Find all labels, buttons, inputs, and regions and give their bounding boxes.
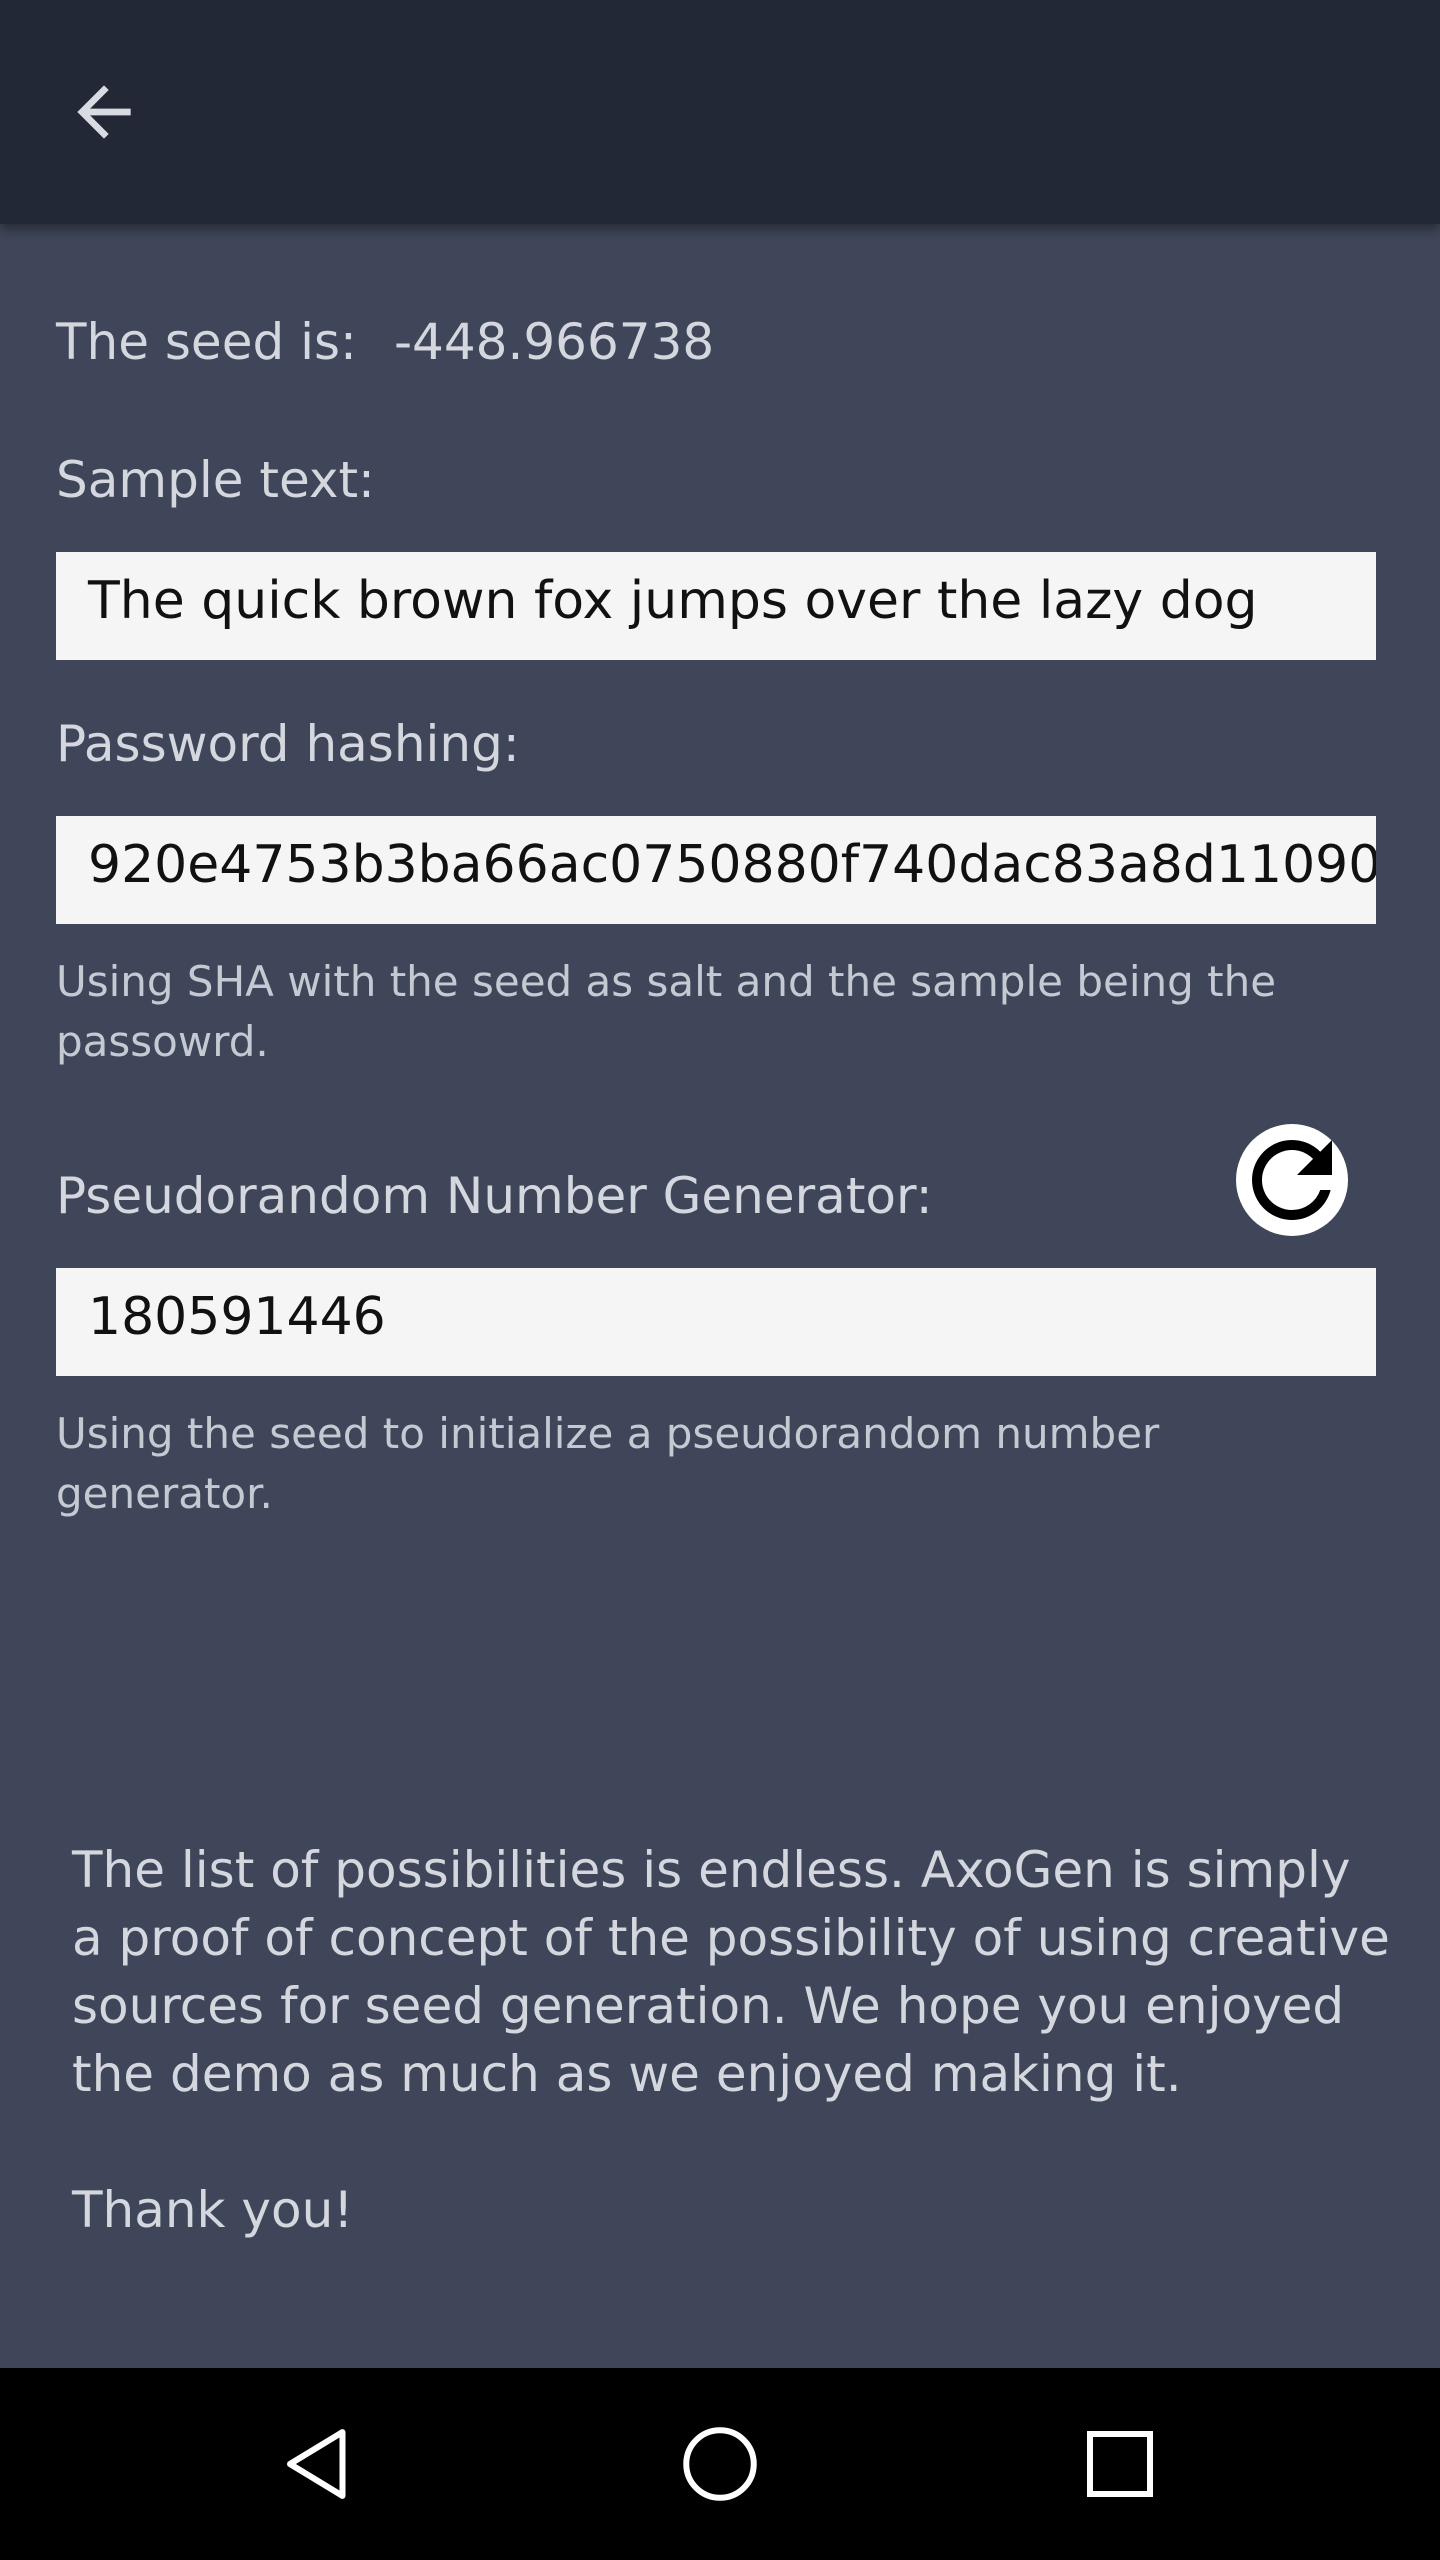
- arrow-back-icon: [77, 85, 131, 139]
- password-hashing-label: Password hashing:: [56, 715, 520, 773]
- prng-helper: Using the seed to initialize a pseudoran…: [56, 1409, 1160, 1518]
- closing-paragraph: The list of possibilities is endless. Ax…: [72, 1841, 1390, 2103]
- back-button[interactable]: [52, 60, 156, 164]
- password-hash-value: 920e4753b3ba66ac0750880f740dac83a8d11090: [88, 835, 1376, 895]
- app-bar: [0, 0, 1440, 224]
- seed-value: -448.966738: [394, 313, 715, 371]
- nav-back-icon: [287, 2429, 346, 2499]
- prng-value: 180591446: [88, 1287, 386, 1347]
- nav-recents-icon: [1087, 2431, 1153, 2497]
- nav-home-icon: [683, 2427, 757, 2501]
- thank-you-text: Thank you!: [72, 2181, 354, 2239]
- nav-back-button[interactable]: [260, 2404, 380, 2524]
- screen: The seed is: -448.966738 Sample text: Th…: [0, 0, 1440, 2560]
- sample-text-label: Sample text:: [56, 451, 375, 509]
- prng-field[interactable]: 180591446: [56, 1268, 1376, 1376]
- nav-home-button[interactable]: [660, 2404, 780, 2524]
- sample-text-value: The quick brown fox jumps over the lazy …: [88, 571, 1258, 631]
- seed-label: The seed is:: [56, 313, 357, 371]
- nav-recents-button[interactable]: [1060, 2404, 1180, 2524]
- navigation-bar: [0, 2368, 1440, 2560]
- refresh-icon: [1252, 1140, 1332, 1220]
- prng-label: Pseudorandom Number Generator:: [56, 1167, 933, 1225]
- refresh-button[interactable]: [1236, 1124, 1348, 1236]
- password-hash-field[interactable]: 920e4753b3ba66ac0750880f740dac83a8d11090: [56, 816, 1376, 924]
- password-hashing-helper: Using SHA with the seed as salt and the …: [56, 957, 1277, 1066]
- sample-text-field[interactable]: The quick brown fox jumps over the lazy …: [56, 552, 1376, 660]
